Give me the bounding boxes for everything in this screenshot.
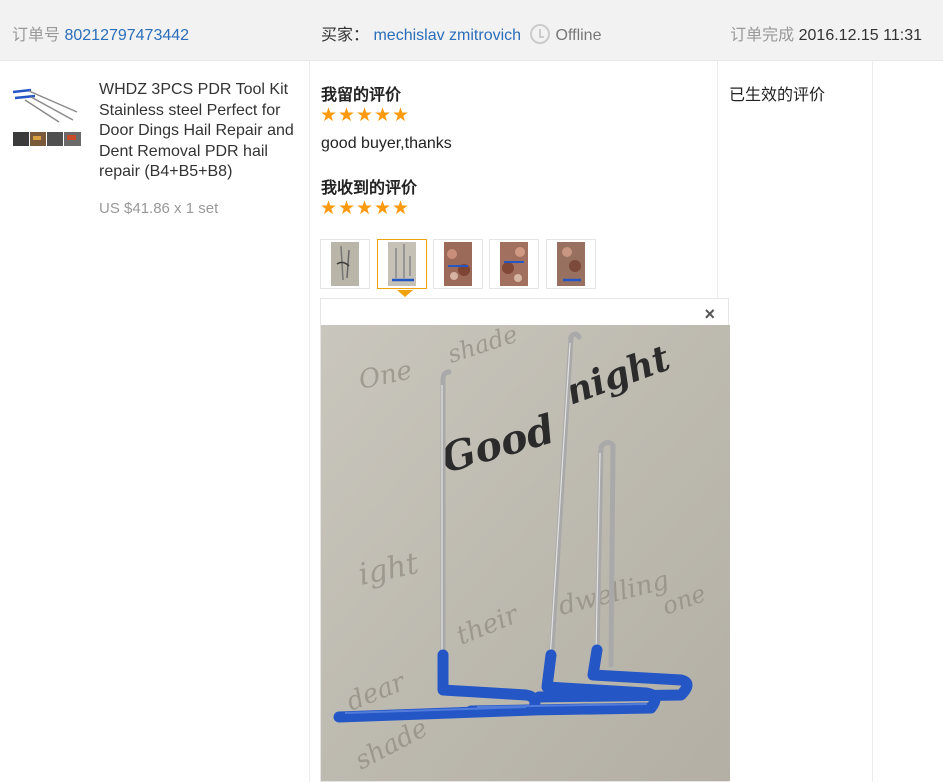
star-icon: ★	[320, 105, 338, 126]
order-complete-group: 订单完成 2016.12.15 11:31	[730, 21, 922, 45]
buyer-status: Offline	[555, 27, 602, 44]
star-icon: ★	[374, 198, 392, 219]
star-icon: ★	[356, 198, 374, 219]
star-icon: ★	[392, 198, 410, 219]
review-photo-thumb[interactable]	[489, 239, 539, 289]
product-price: US $41.86 x 1 set	[99, 200, 219, 217]
column-divider	[309, 61, 310, 782]
star-icon: ★	[356, 105, 374, 126]
order-complete-label: 订单完成	[730, 27, 795, 44]
close-icon[interactable]: ×	[704, 305, 715, 323]
chat-status-icon[interactable]	[529, 24, 550, 44]
product-thumbnail[interactable]	[11, 86, 83, 152]
order-header: 订单号 80212797473442 买家： mechislav zmitrov…	[0, 0, 943, 61]
order-number-group: 订单号 80212797473442	[12, 21, 189, 45]
review-photo-thumb[interactable]	[546, 239, 596, 289]
review-photo-large: One shade ight dwelling their one dear s…	[321, 325, 730, 781]
buyer-name-link[interactable]: mechislav zmitrovich	[373, 27, 521, 44]
star-icon: ★	[338, 105, 356, 126]
column-divider	[872, 61, 873, 782]
review-photo-thumb[interactable]	[320, 239, 370, 289]
order-number-label: 订单号	[12, 27, 61, 44]
received-review-heading: 我收到的评价	[321, 180, 418, 197]
effective-review-status: 已生效的评价	[729, 87, 826, 104]
order-number-link[interactable]: 80212797473442	[64, 27, 189, 44]
star-icon: ★	[392, 105, 410, 126]
my-review-heading: 我留的评价	[321, 87, 402, 104]
star-icon: ★	[374, 105, 392, 126]
star-icon: ★	[320, 198, 338, 219]
my-review-text: good buyer,thanks	[321, 135, 452, 152]
order-complete-time: 2016.12.15 11:31	[798, 27, 922, 44]
review-photo-thumb[interactable]	[433, 239, 483, 289]
my-review-stars: ★★★★★	[320, 105, 410, 126]
buyer-label: 买家：	[321, 27, 370, 44]
star-icon: ★	[338, 198, 356, 219]
review-photo-thumb-selected[interactable]	[377, 239, 427, 289]
received-review-stars: ★★★★★	[320, 198, 410, 219]
review-photo-viewer: × One shade ight dwelling their one dear…	[320, 298, 730, 782]
selected-thumb-pointer	[397, 290, 413, 297]
product-title-link[interactable]: WHDZ 3PCS PDR Tool Kit Stainless steel P…	[99, 80, 299, 183]
buyer-group: 买家： mechislav zmitrovich Offline	[321, 21, 601, 45]
